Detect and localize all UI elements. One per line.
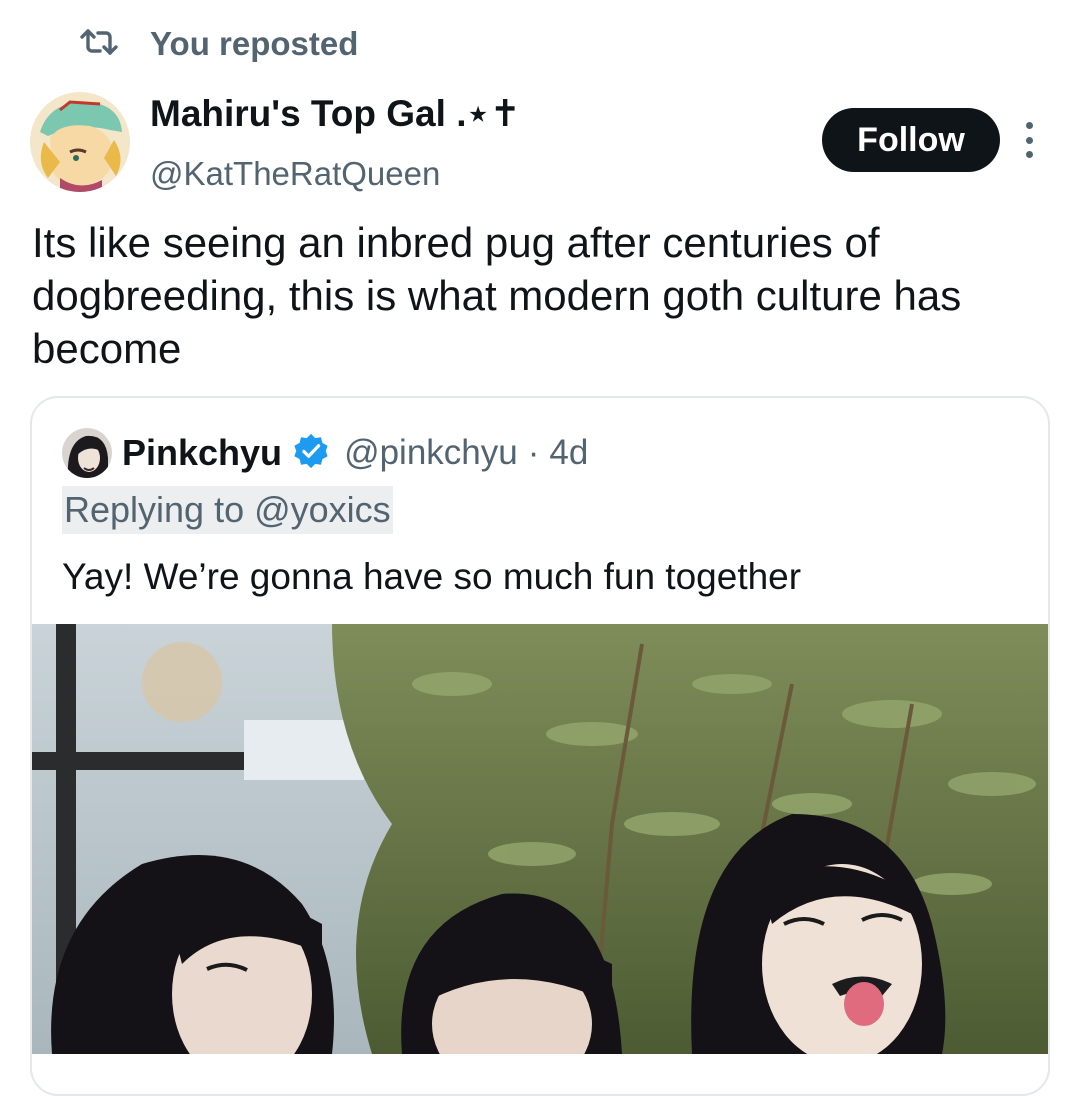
tweet-text: Its like seeing an inbred pug after cent… <box>32 219 962 372</box>
header-separator: · <box>527 433 540 472</box>
author-handle[interactable]: @KatTheRatQueen <box>150 155 440 193</box>
verified-badge-icon <box>292 432 330 475</box>
quoted-author-name[interactable]: Pinkchyu <box>122 432 282 474</box>
repost-indicator: You reposted <box>78 24 358 64</box>
quoted-tweet-header: Pinkchyu @pinkchyu · 4d <box>122 430 588 476</box>
quoted-author-handle[interactable]: @pinkchyu <box>344 433 518 473</box>
repost-label: You reposted <box>150 25 359 62</box>
follow-button[interactable]: Follow <box>822 108 1000 172</box>
more-options-icon[interactable] <box>1014 118 1044 162</box>
repost-icon <box>78 27 120 62</box>
quoted-tweet-photo[interactable] <box>32 624 1048 1094</box>
quoted-author-avatar[interactable] <box>62 428 112 478</box>
replying-to-label[interactable]: Replying to @yoxics <box>62 486 393 534</box>
author-name[interactable]: Mahiru's Top Gal .⋆✝ <box>150 92 521 135</box>
quoted-tweet-text: Yay! We’re gonna have so much fun togeth… <box>62 556 802 597</box>
quoted-tweet-timestamp[interactable]: 4d <box>549 433 588 473</box>
quoted-tweet-card[interactable]: Pinkchyu @pinkchyu · 4d Replying to @yox… <box>30 396 1050 1096</box>
author-avatar[interactable] <box>30 92 130 192</box>
